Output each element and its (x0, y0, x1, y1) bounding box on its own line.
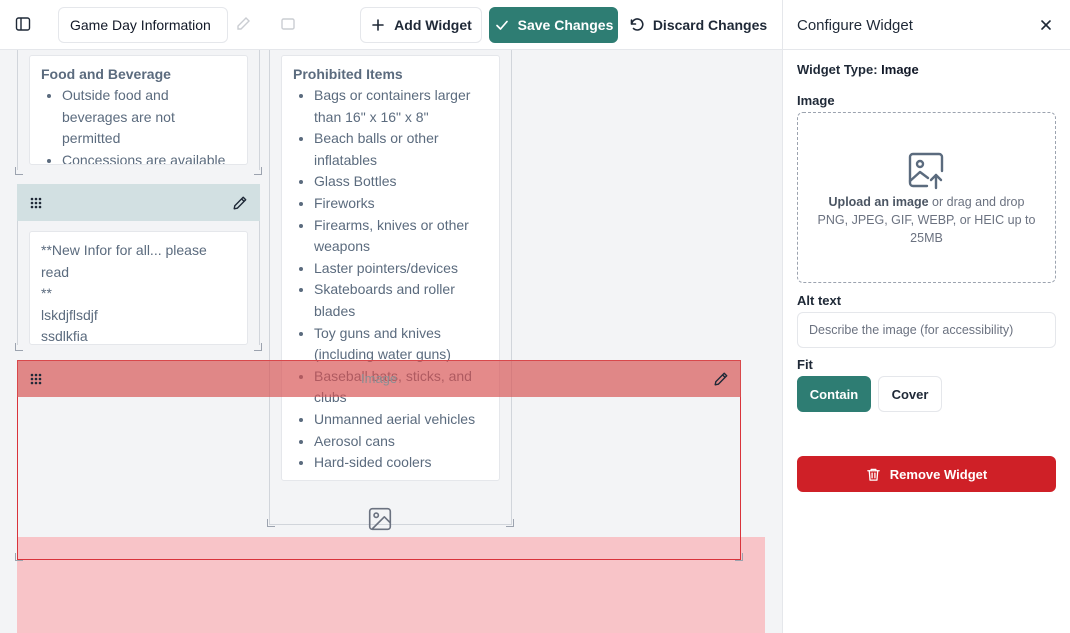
image-widget-label: Image (361, 371, 398, 386)
notes-card: **New Infor for all... please read ** ls… (29, 231, 248, 345)
list-item: Beach balls or other inflatables (314, 128, 488, 171)
widget-type-label: Widget Type: (797, 62, 878, 77)
save-changes-label: Save Changes (517, 17, 614, 33)
upload-instruction: Upload an image or drag and drop (798, 193, 1055, 211)
pencil-icon[interactable] (232, 195, 248, 211)
notes-line: ssdlkfia (41, 328, 88, 344)
discard-changes-button[interactable]: Discard Changes (628, 7, 768, 43)
notes-widget-header[interactable] (17, 184, 260, 221)
list-item: Outside food and beverages are not permi… (62, 85, 236, 150)
undo-icon (630, 18, 644, 31)
dashboard-title-input[interactable] (58, 7, 228, 43)
dashboard-canvas: Food and Beverage Outside food and bever… (0, 50, 782, 633)
resize-handle[interactable] (15, 343, 23, 351)
image-field-label: Image (797, 93, 835, 108)
resize-handle[interactable] (15, 553, 23, 561)
layout-icon (281, 18, 295, 30)
close-icon[interactable] (1038, 17, 1054, 33)
alt-text-label: Alt text (797, 293, 842, 308)
prohibited-card-heading: Prohibited Items (293, 66, 403, 82)
resize-handle[interactable] (254, 343, 262, 351)
list-item: Bags or containers larger than 16" x 16"… (314, 85, 488, 128)
food-beverage-card: Food and Beverage Outside food and bever… (29, 55, 248, 165)
notes-line: ** (41, 285, 52, 301)
widget-type-value: Image (881, 62, 919, 77)
drag-handle-icon[interactable] (29, 372, 43, 386)
check-icon (495, 20, 508, 30)
list-item: Firearms, knives or other weapons (314, 215, 488, 258)
upload-rest: or drag and drop (928, 195, 1025, 209)
alt-text-input[interactable] (797, 312, 1056, 348)
list-item: Laster pointers/devices (314, 258, 488, 280)
add-widget-button[interactable]: Add Widget (360, 7, 482, 43)
toolbar: Add Widget Save Changes Discard Changes (0, 0, 782, 50)
image-placeholder-icon (368, 507, 392, 531)
discard-changes-label: Discard Changes (652, 17, 768, 33)
list-item: Skateboards and roller blades (314, 279, 488, 322)
image-upload-icon (908, 152, 944, 190)
notes-line: **New Infor for all... please read (41, 242, 207, 280)
list-item: Fireworks (314, 193, 488, 215)
list-item: Glass Bottles (314, 171, 488, 193)
widget-type-line: Widget Type: Image (797, 62, 919, 77)
trash-icon (867, 468, 880, 481)
fit-contain-button[interactable]: Contain (797, 376, 871, 412)
drag-handle-icon[interactable] (29, 196, 43, 210)
upload-hint: PNG, JPEG, GIF, WEBP, or HEIC up to (817, 213, 1036, 227)
remove-widget-label: Remove Widget (889, 466, 988, 482)
remove-widget-button[interactable]: Remove Widget (797, 456, 1056, 492)
list-item: Concessions are available (62, 150, 236, 164)
resize-handle[interactable] (15, 167, 23, 175)
panel-title: Configure Widget (797, 17, 913, 34)
food-card-heading: Food and Beverage (41, 66, 171, 82)
configure-widget-panel: Configure Widget Widget Type: Image Imag… (782, 0, 1070, 633)
food-card-list: Outside food and beverages are not permi… (62, 85, 236, 164)
divider (783, 49, 1070, 50)
edit-icon (237, 17, 250, 30)
pencil-icon[interactable] (713, 371, 729, 387)
notes-line: lskdjflsdjf (41, 306, 98, 323)
upload-hint: 25MB (910, 231, 943, 245)
plus-icon (372, 19, 384, 31)
save-changes-button[interactable]: Save Changes (489, 7, 618, 43)
resize-handle[interactable] (735, 553, 743, 561)
add-widget-label: Add Widget (394, 17, 472, 33)
image-upload-dropzone[interactable]: Upload an image or drag and drop PNG, JP… (797, 112, 1056, 283)
fit-cover-button[interactable]: Cover (878, 376, 942, 412)
fit-label: Fit (797, 357, 813, 372)
sidebar-toggle-icon[interactable] (15, 16, 31, 32)
resize-handle[interactable] (254, 167, 262, 175)
upload-link[interactable]: Upload an image (829, 195, 929, 209)
